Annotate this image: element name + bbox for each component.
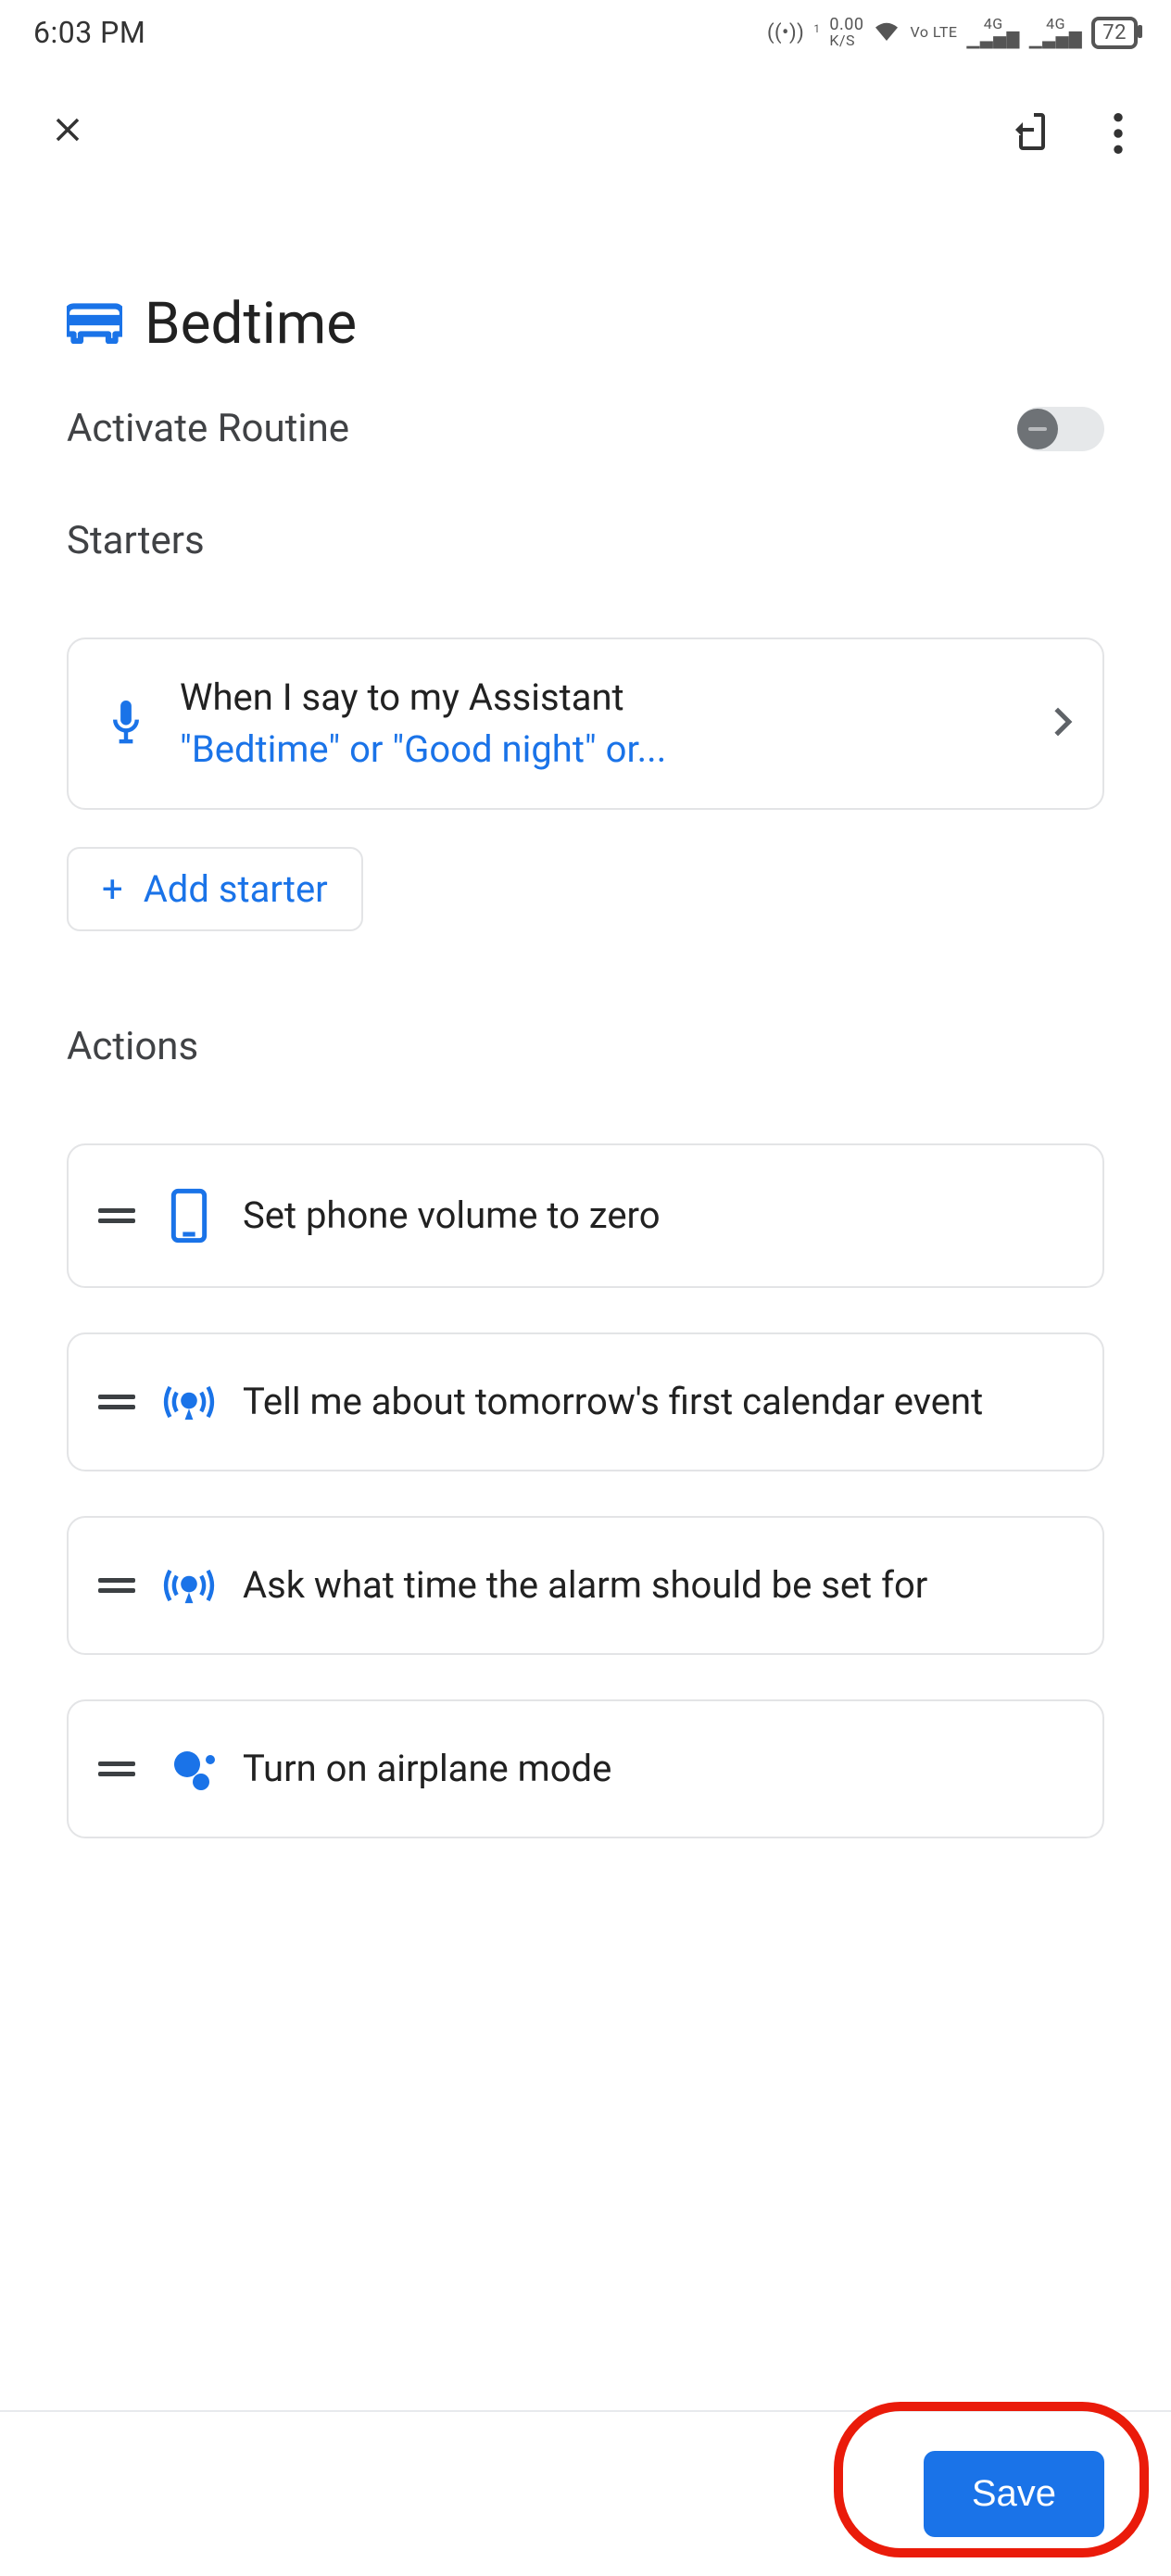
starter-title: When I say to my Assistant	[180, 673, 1026, 723]
starter-phrases: "Bedtime" or "Good night" or...	[180, 725, 1026, 775]
action-calendar-event[interactable]: Tell me about tomorrow's first calendar …	[67, 1332, 1104, 1471]
action-label: Tell me about tomorrow's first calendar …	[243, 1377, 1073, 1427]
assistant-icon	[161, 1746, 217, 1792]
bottom-bar: Save	[0, 2410, 1171, 2576]
starters-header: Starters	[0, 477, 1171, 582]
action-label: Set phone volume to zero	[243, 1191, 1073, 1241]
status-time: 6:03 PM	[33, 15, 145, 50]
phone-icon	[161, 1188, 217, 1244]
plus-icon: +	[102, 867, 123, 911]
chevron-right-icon	[1052, 699, 1073, 749]
save-button[interactable]: Save	[924, 2451, 1104, 2537]
broadcast-icon	[161, 1565, 217, 1606]
drag-handle-icon[interactable]	[98, 1762, 135, 1776]
drag-handle-icon[interactable]	[98, 1395, 135, 1409]
add-starter-button[interactable]: + Add starter	[67, 847, 363, 931]
page-title: Bedtime	[145, 290, 357, 358]
battery-icon: 72	[1091, 17, 1138, 49]
action-airplane-mode[interactable]: Turn on airplane mode	[67, 1699, 1104, 1838]
broadcast-icon	[161, 1382, 217, 1422]
signal-icon: ▁▃▅▇	[967, 32, 1020, 48]
bed-icon	[67, 301, 122, 347]
drag-handle-icon[interactable]	[98, 1208, 135, 1223]
hotspot-icon: ((•))	[767, 21, 804, 44]
add-starter-label: Add starter	[144, 867, 328, 911]
app-bar	[0, 65, 1171, 188]
action-label: Ask what time the alarm should be set fo…	[243, 1560, 1073, 1610]
activate-label: Activate Routine	[67, 406, 349, 451]
mic-icon	[98, 701, 154, 747]
activate-row: Activate Routine	[0, 385, 1171, 477]
title-row: Bedtime	[0, 188, 1171, 385]
starter-voice-card[interactable]: When I say to my Assistant "Bedtime" or …	[67, 638, 1104, 810]
signal-icon-2: ▁▃▅▇	[1029, 32, 1082, 48]
status-icons: ((•)) 1 0.00 K/S Vo LTE 4G ▁▃▅▇ 4G ▁▃▅▇ …	[767, 17, 1138, 49]
action-alarm-time[interactable]: Ask what time the alarm should be set fo…	[67, 1516, 1104, 1655]
status-bar: 6:03 PM ((•)) 1 0.00 K/S Vo LTE 4G ▁▃▅▇ …	[0, 0, 1171, 65]
wifi-icon	[873, 19, 900, 46]
close-icon[interactable]	[48, 104, 87, 162]
add-to-home-icon[interactable]	[1010, 109, 1054, 158]
activate-toggle[interactable]	[1017, 407, 1104, 451]
actions-header: Actions	[0, 931, 1171, 1088]
more-menu-icon[interactable]	[1114, 113, 1123, 154]
status-speed-unit: K/S	[829, 33, 863, 48]
action-phone-volume[interactable]: Set phone volume to zero	[67, 1143, 1104, 1288]
action-label: Turn on airplane mode	[243, 1744, 1073, 1794]
drag-handle-icon[interactable]	[98, 1578, 135, 1593]
